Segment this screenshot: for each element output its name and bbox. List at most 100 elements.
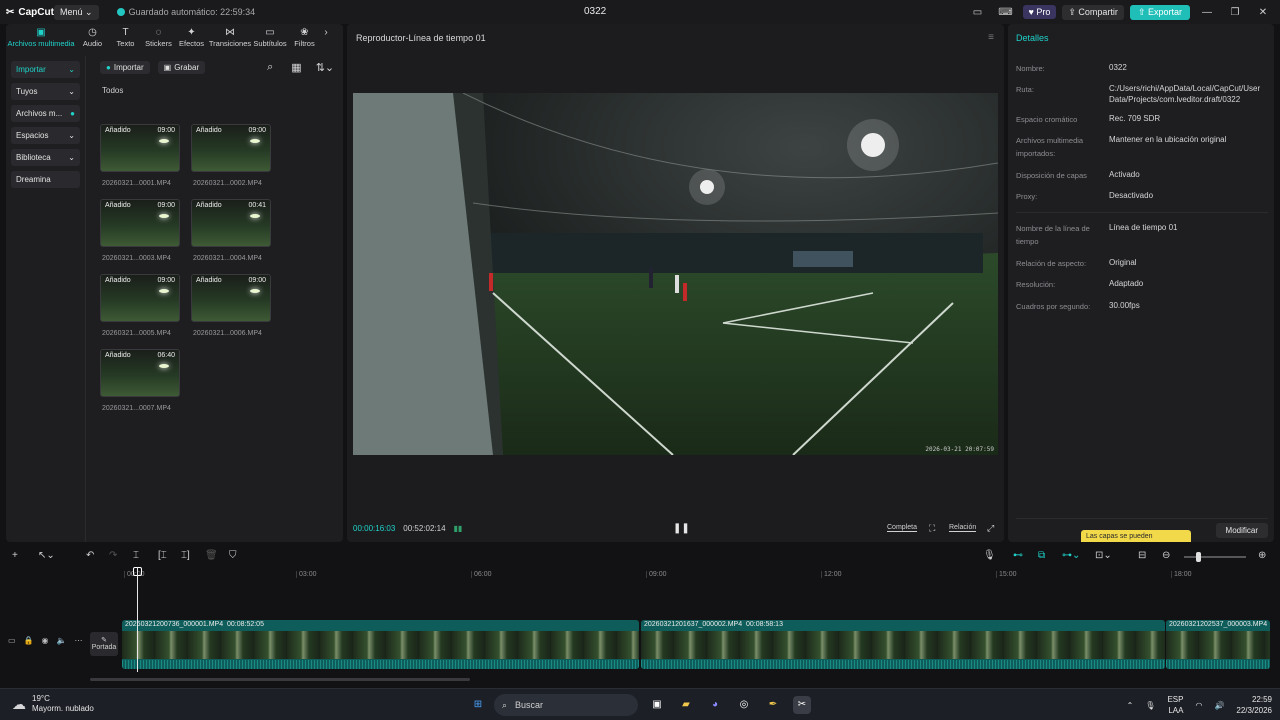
eye-icon[interactable]: ◉ [42, 636, 49, 645]
tab-label: Texto [116, 39, 135, 48]
shield-icon[interactable]: ⛉ [229, 550, 237, 561]
capcut-taskbar-icon[interactable]: ✂ [793, 696, 811, 714]
tab-text[interactable]: T Texto [109, 27, 142, 52]
media-thumbnail[interactable]: Añadido 06:40 [100, 349, 180, 397]
tab-media[interactable]: ▣ Archivos multimedia [6, 27, 76, 52]
align-icon[interactable]: ⊡⌄ [1095, 550, 1112, 561]
player-controls: 00:00:16:03 00:52:02:14 ▮▮ ❚❚ Completa ⛶… [353, 521, 998, 535]
shortcuts-icon[interactable]: ⌨ [995, 7, 1017, 18]
subnav-spaces[interactable]: Espacios ⌄ [11, 127, 80, 144]
timeline-scrollbar[interactable] [90, 678, 470, 681]
video-preview[interactable]: 2026-03-21 20:07:59 [353, 93, 998, 455]
minimize-icon[interactable]: — [1196, 7, 1218, 18]
media-thumbnail[interactable]: Añadido 09:00 [100, 124, 180, 172]
share-button[interactable]: ⇪ Compartir [1062, 4, 1124, 20]
tab-audio[interactable]: ◷ Audio [76, 27, 109, 52]
microphone-icon[interactable]: 🎙 [1145, 701, 1155, 710]
fullscreen-icon[interactable]: ⤢ [987, 523, 994, 534]
subnav-library[interactable]: Biblioteca ⌄ [11, 149, 80, 166]
crop-icon[interactable]: ⛶ [929, 523, 935, 534]
tab-effects[interactable]: ✦ Efectos [175, 27, 208, 52]
media-thumbnail[interactable]: Añadido 09:00 [191, 274, 271, 322]
taskbar-search[interactable]: ⌕ Buscar [494, 694, 638, 716]
preview-axis-icon[interactable]: ⊶⌄ [1062, 550, 1080, 561]
title-bar: ✂ CapCut Menú ⌄ Guardado automático: 22:5… [0, 0, 1280, 24]
tab-stickers[interactable]: ◌ Stickers [142, 27, 175, 52]
pro-button[interactable]: ♥ Pro [1022, 5, 1057, 19]
modify-button[interactable]: Modificar [1215, 523, 1268, 538]
duration: 09:00 [157, 277, 175, 284]
export-button[interactable]: ⇧ Exportar [1129, 4, 1190, 20]
duration: 09:00 [157, 127, 175, 134]
tab-label: Efectos [178, 39, 204, 48]
pause-icon[interactable]: ❚❚ [673, 523, 690, 534]
select-tool-icon[interactable]: ↖⌄ [38, 550, 55, 561]
lock-icon[interactable]: 🔒 [24, 636, 34, 645]
menu-button[interactable]: Menú ⌄ [54, 4, 99, 20]
add-track-icon[interactable]: + [12, 550, 18, 561]
windows-start-icon[interactable]: ⊞ [469, 696, 487, 714]
undo-icon[interactable]: ↶ [86, 550, 94, 561]
file-explorer-icon[interactable]: ▰ [677, 696, 695, 714]
media-thumbnail[interactable]: Añadido 09:00 [100, 274, 180, 322]
trim-right-icon[interactable]: ⌶] [181, 550, 190, 561]
delete-icon[interactable]: 🗑 [205, 550, 218, 561]
clip-frames [1166, 631, 1270, 659]
weather-widget[interactable]: ☁ 19°C Mayorm. nublado [12, 694, 94, 714]
timeline-clip[interactable]: 20260321202537_000003.MP4 [1166, 620, 1270, 669]
tab-transitions[interactable]: ⋈ Transiciones [208, 27, 252, 52]
microphone-icon[interactable]: 🎙 [983, 550, 996, 561]
grid-view-icon[interactable]: ▦ [291, 61, 301, 74]
volume-icon[interactable]: 🔊 [1214, 701, 1224, 710]
zoom-slider[interactable] [1184, 556, 1246, 558]
tab-subtitles[interactable]: ▭ Subtítulos [252, 27, 288, 52]
clock[interactable]: 22:59 22/3/2026 [1236, 694, 1272, 716]
subnav-import[interactable]: Importar ⌄ [11, 61, 80, 78]
playhead[interactable] [137, 567, 138, 672]
caption-icon[interactable]: ⊟ [1138, 550, 1146, 561]
language-indicator[interactable]: ESP LAA [1167, 694, 1183, 716]
menu-icon[interactable]: ≡ [988, 32, 994, 43]
chevron-down-icon: ⌄ [68, 65, 75, 74]
timeline-clip[interactable]: 20260321200736_000001.MP4 00:08:52:05 [122, 620, 639, 669]
aspect-ratio-button[interactable]: Relación [949, 524, 977, 532]
zoom-in-icon[interactable]: ⊕ [1258, 550, 1266, 561]
discord-icon[interactable]: ◕ [706, 696, 724, 714]
media-thumbnail[interactable]: Añadido 09:00 [100, 199, 180, 247]
search-icon[interactable]: ⌕ [267, 61, 273, 74]
chevron-right-icon[interactable]: › [321, 27, 331, 52]
wifi-icon[interactable]: ◠ [1195, 701, 1202, 710]
speaker-icon[interactable]: 🔈 [57, 636, 67, 645]
ruler-tick: 18:00 [1171, 571, 1192, 578]
tab-filters[interactable]: ❀ Filtros [288, 27, 321, 52]
close-icon[interactable]: ✕ [1252, 7, 1274, 18]
trim-left-icon[interactable]: [⌶ [158, 550, 167, 561]
import-button[interactable]: ● Importar [100, 60, 150, 74]
redo-icon[interactable]: ↷ [109, 550, 117, 561]
timeline-clip[interactable]: 20260321201637_000002.MP4 00:08:58:13 [641, 620, 1165, 669]
zoom-slider-handle[interactable] [1196, 552, 1201, 562]
subnav-media-files[interactable]: Archivos m... ● [11, 105, 80, 122]
chrome-icon[interactable]: ◎ [735, 696, 753, 714]
chevron-up-icon[interactable]: ⌃ [1127, 701, 1134, 710]
subnav-dreamina[interactable]: Dreamina [11, 171, 80, 188]
media-thumbnail[interactable]: Añadido 00:41 [191, 199, 271, 247]
link-icon[interactable]: ⧉ [1038, 550, 1045, 561]
zoom-out-icon[interactable]: ⊖ [1162, 550, 1170, 561]
media-filename: 20260321...0003.MP4 [102, 255, 171, 262]
record-button[interactable]: ▣ Grabar [157, 60, 206, 74]
cover-button[interactable]: ✎ Portada [90, 632, 118, 656]
sort-icon[interactable]: ⇅⌄ [316, 61, 334, 74]
app-icon[interactable]: ✒ [764, 696, 782, 714]
task-view-icon[interactable]: ▣ [648, 696, 666, 714]
restore-icon[interactable]: ❐ [1224, 7, 1246, 18]
layout-icon[interactable]: ▭ [967, 7, 989, 18]
more-icon[interactable]: ⋯ [74, 636, 82, 645]
full-quality-button[interactable]: Completa [887, 524, 917, 532]
subnav-yours[interactable]: Tuyos ⌄ [11, 83, 80, 100]
split-icon[interactable]: ⌶ [133, 550, 139, 561]
magnet-icon[interactable]: ⊷ [1013, 550, 1023, 561]
track-toggle-icon[interactable]: ▭ [8, 636, 16, 645]
timeline-ruler[interactable]: 00:00 03:00 06:00 09:00 12:00 15:00 18:0… [122, 568, 1280, 582]
media-thumbnail[interactable]: Añadido 09:00 [191, 124, 271, 172]
